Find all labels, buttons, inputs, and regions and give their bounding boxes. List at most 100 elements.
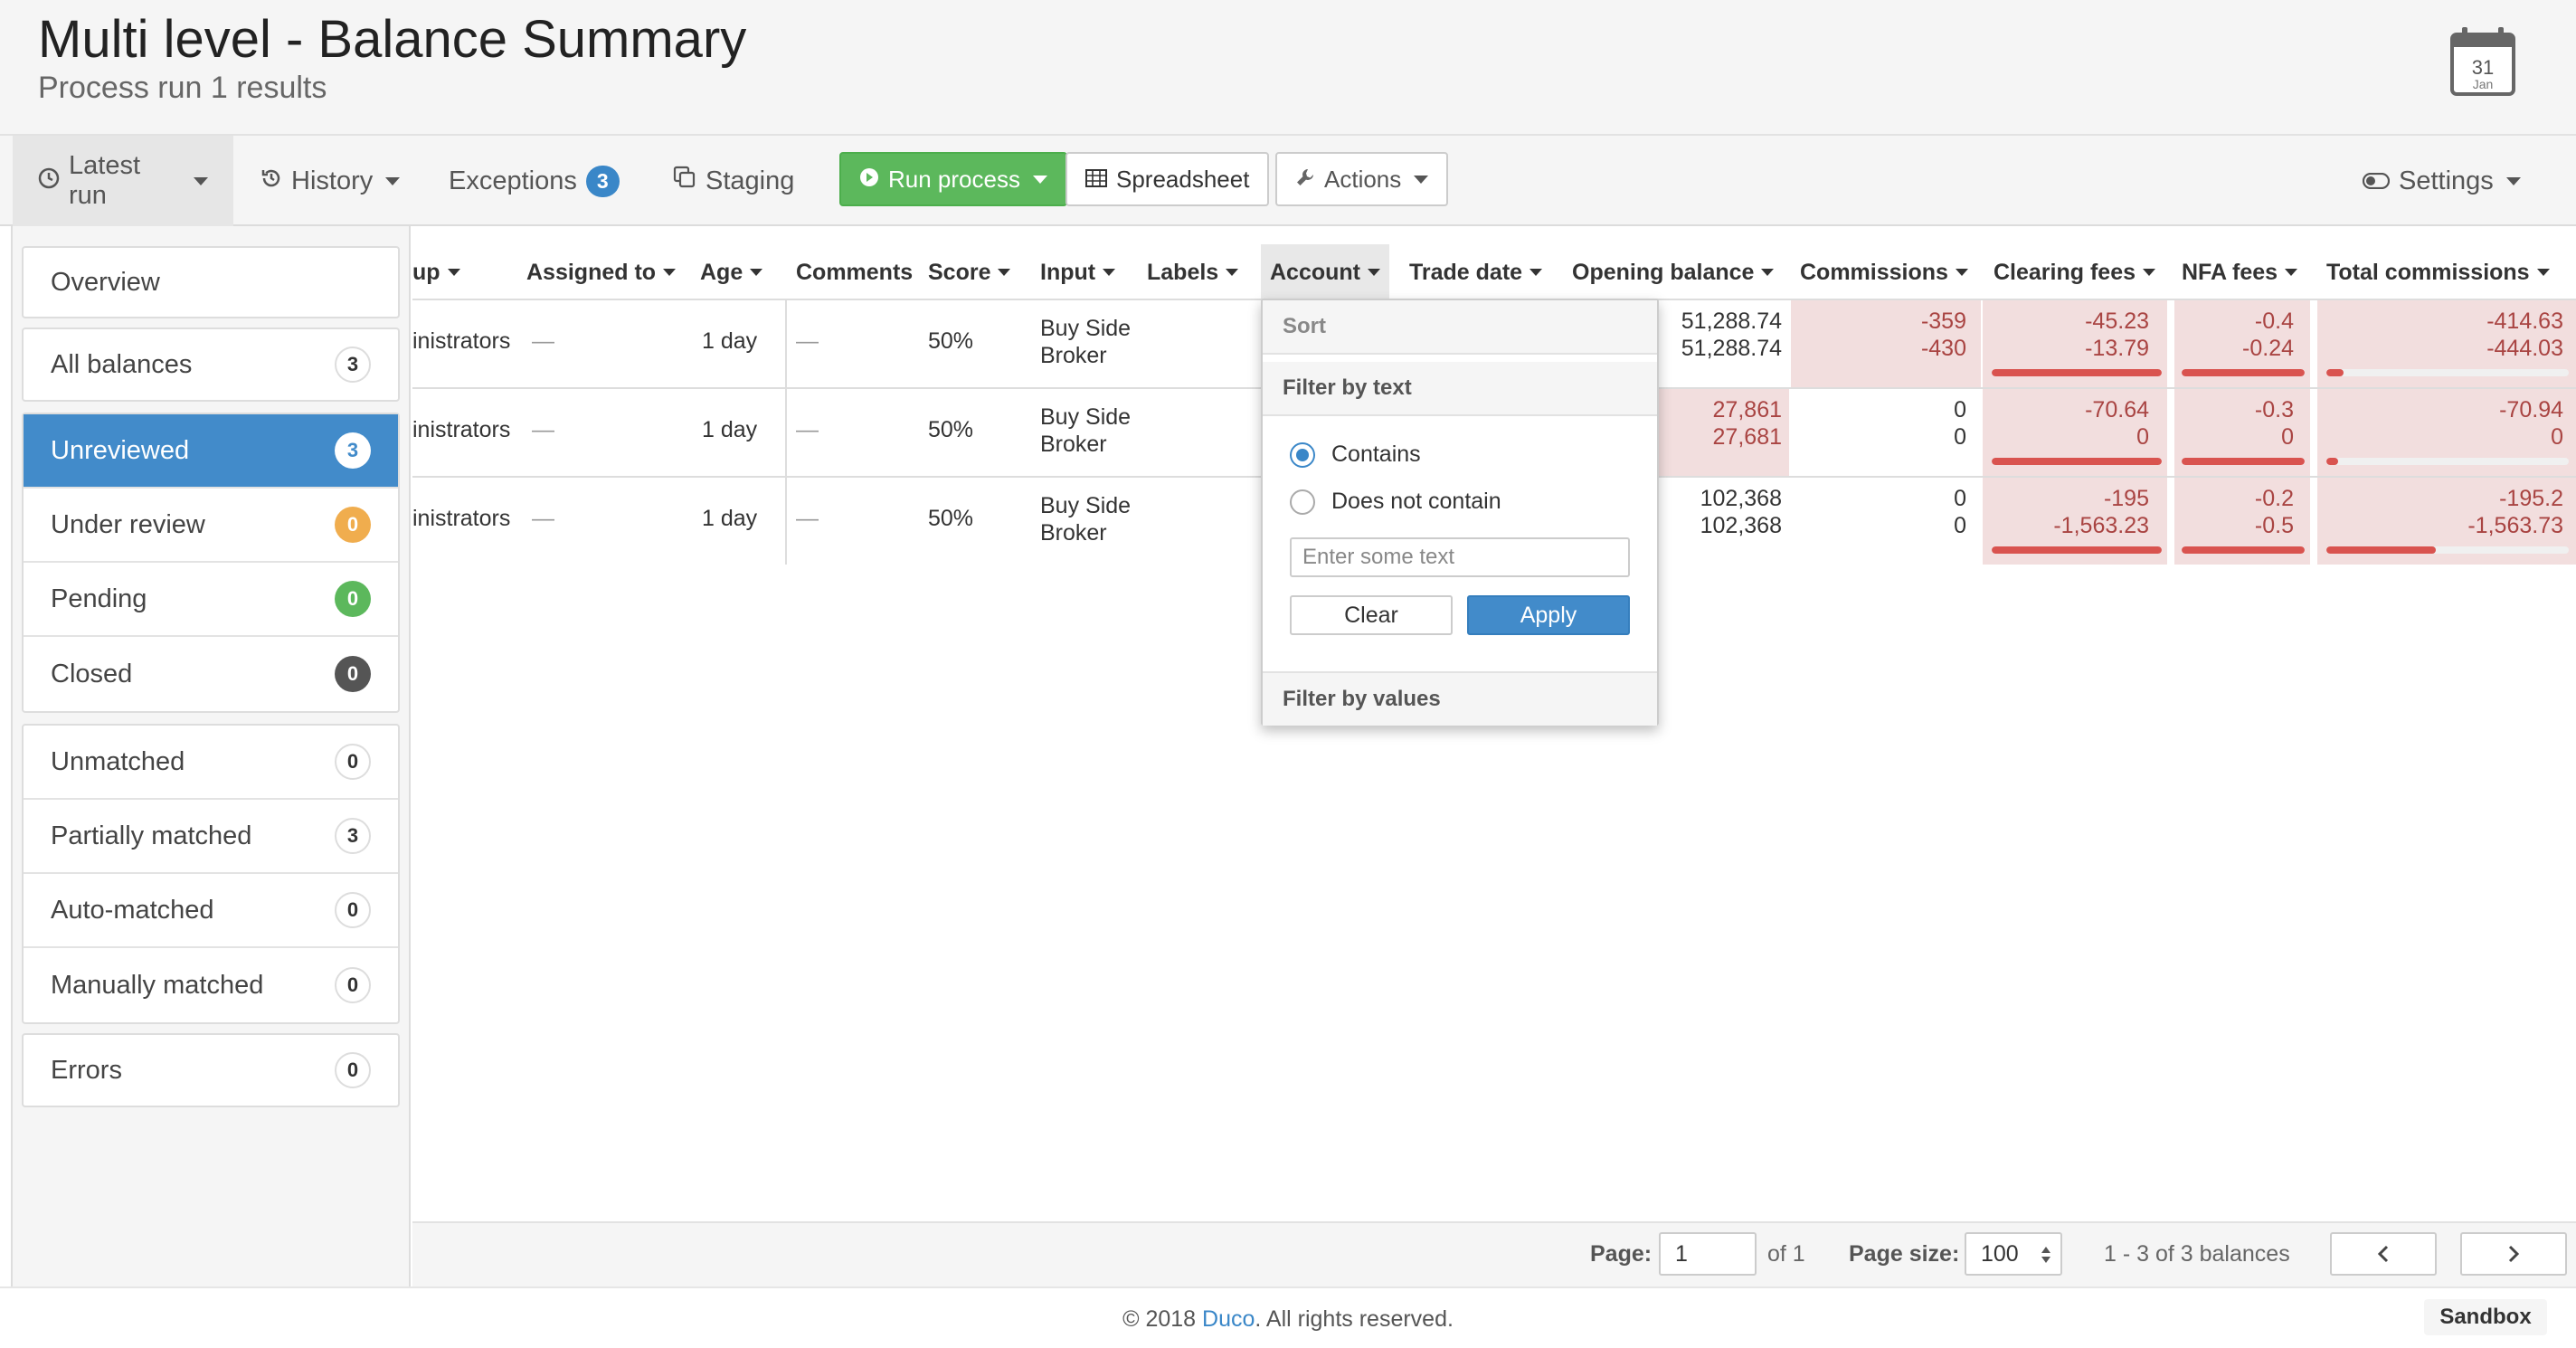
history-tab[interactable]: History (235, 136, 425, 226)
chevron-down-icon (1103, 269, 1116, 276)
chevron-down-icon (1530, 269, 1543, 276)
count-badge: 3 (335, 346, 371, 383)
count-badge: 0 (335, 656, 371, 692)
sort-section[interactable]: Sort (1263, 300, 1657, 355)
chevron-left-icon (2377, 1245, 2389, 1263)
does-not-contain-option[interactable]: Does not contain (1290, 489, 1501, 515)
page-header: Multi level - Balance Summary Process ru… (0, 0, 2576, 136)
column-header-score[interactable]: Score (928, 244, 1011, 300)
column-header-assigned-to[interactable]: Assigned to (526, 244, 677, 300)
chevron-down-icon (2143, 269, 2156, 276)
column-header-nfa-fees[interactable]: NFA fees (2182, 244, 2298, 300)
clearing-fees-cell: -13.79 (2085, 336, 2149, 361)
column-header-labels[interactable]: Labels (1147, 244, 1239, 300)
sidebar: Overview All balances 3 Unreviewed 3 Und… (11, 226, 411, 1286)
sidebar-group-match: Unmatched 0 Partially matched 3 Auto-mat… (22, 724, 400, 1024)
sidebar-item-closed[interactable]: Closed 0 (24, 637, 398, 711)
column-header-opening-balance[interactable]: Opening balance (1572, 244, 1775, 300)
column-header-total-commissions[interactable]: Total commissions (2326, 244, 2550, 300)
sidebar-item-partially-matched[interactable]: Partially matched 3 (24, 800, 398, 874)
assigned-cell: — (532, 417, 554, 442)
sidebar-item-all-balances[interactable]: All balances 3 (24, 329, 398, 400)
clear-button[interactable]: Clear (1290, 595, 1453, 635)
duco-link[interactable]: Duco (1202, 1306, 1255, 1332)
nfa-fees-bar (2182, 369, 2305, 376)
input-cell: Buy Side (1040, 404, 1132, 430)
staging-tab[interactable]: Staging (648, 136, 819, 226)
apply-button[interactable]: Apply (1467, 595, 1630, 635)
chevron-down-icon (1368, 269, 1380, 276)
exceptions-tab[interactable]: Exceptions 3 (423, 136, 645, 226)
sidebar-item-unmatched[interactable]: Unmatched 0 (24, 726, 398, 800)
sidebar-item-overview[interactable]: Overview (24, 248, 398, 317)
comments-cell: — (796, 506, 819, 531)
column-header-input[interactable]: Input (1040, 244, 1116, 300)
input-cell: Broker (1040, 343, 1107, 368)
sidebar-item-errors[interactable]: Errors 0 (24, 1035, 398, 1106)
spreadsheet-button[interactable]: Spreadsheet (1065, 152, 1270, 206)
contains-label: Contains (1331, 441, 1421, 467)
sidebar-item-under-review[interactable]: Under review 0 (24, 489, 398, 563)
latest-run-label: Latest run (69, 151, 140, 210)
range-text: 1 - 3 of 3 balances (2104, 1241, 2290, 1267)
page-number-input[interactable]: 1 (1659, 1232, 1757, 1276)
input-cell: Broker (1040, 520, 1107, 546)
contains-radio[interactable] (1290, 441, 1315, 468)
sidebar-item-manually-matched[interactable]: Manually matched 0 (24, 948, 398, 1022)
comments-cell: — (796, 417, 819, 442)
input-cell: Buy Side (1040, 316, 1132, 341)
actions-label: Actions (1324, 165, 1402, 193)
actions-button[interactable]: Actions (1275, 152, 1449, 206)
count-badge: 0 (335, 967, 371, 1003)
sidebar-group-status: Unreviewed 3 Under review 0 Pending 0 Cl… (22, 413, 400, 713)
filter-text-input[interactable] (1290, 537, 1630, 577)
count-badge: 0 (335, 507, 371, 543)
latest-run-tab[interactable]: Latest run (13, 136, 233, 226)
spreadsheet-label: Spreadsheet (1116, 165, 1250, 193)
page-size-label: Page size: (1849, 1241, 1960, 1267)
commissions-cell: -430 (1920, 336, 1966, 361)
next-page-button[interactable] (2460, 1232, 2567, 1276)
score-cell: 50% (928, 328, 974, 354)
nfa-fees-cell: -0.5 (2254, 513, 2294, 538)
exceptions-count-badge: 3 (585, 165, 620, 197)
nfa-fees-cell: -0.2 (2254, 486, 2294, 511)
column-header-commissions[interactable]: Commissions (1800, 244, 1968, 300)
count-badge: 3 (335, 818, 371, 854)
column-header-age[interactable]: Age (700, 244, 763, 300)
run-process-button[interactable]: Run process (839, 152, 1067, 206)
column-header-trade-date[interactable]: Trade date (1409, 244, 1543, 300)
column-header-comments[interactable]: Comments (796, 244, 913, 300)
contains-option[interactable]: Contains (1290, 441, 1421, 468)
column-header-group[interactable]: up (412, 244, 460, 300)
count-badge: 0 (335, 1052, 371, 1088)
clearing-fees-cell: 0 (2136, 424, 2149, 450)
group-cell: inistrators (412, 328, 511, 354)
sidebar-group-all: All balances 3 (22, 328, 400, 402)
sidebar-item-label: Pending (51, 584, 147, 613)
chevron-down-icon (998, 269, 1011, 276)
does-not-contain-radio[interactable] (1290, 489, 1315, 515)
calendar-icon[interactable]: 31 Jan (2449, 25, 2516, 98)
chevron-down-icon (2285, 269, 2298, 276)
settings-menu[interactable]: Settings (2337, 136, 2546, 226)
sidebar-item-pending[interactable]: Pending 0 (24, 563, 398, 637)
age-cell: 1 day (702, 506, 758, 531)
chevron-right-icon (2508, 1245, 2520, 1263)
prev-page-button[interactable] (2330, 1232, 2437, 1276)
sidebar-item-unreviewed[interactable]: Unreviewed 3 (24, 414, 398, 489)
column-header-account[interactable]: Account (1261, 244, 1389, 300)
sidebar-item-label: Auto-matched (51, 895, 214, 925)
sidebar-item-auto-matched[interactable]: Auto-matched 0 (24, 874, 398, 948)
clearing-fees-cell: -1,563.23 (2053, 513, 2149, 538)
page-size-select[interactable]: 100 (1965, 1232, 2062, 1276)
chevron-down-icon (1226, 269, 1239, 276)
total-commissions-cell: -444.03 (2486, 336, 2563, 361)
total-commissions-cell: -414.63 (2486, 309, 2563, 334)
toggle-icon (2362, 166, 2391, 196)
column-header-clearing-fees[interactable]: Clearing fees (1994, 244, 2156, 300)
chevron-down-icon (750, 269, 763, 276)
sidebar-item-label: Unmatched (51, 746, 185, 776)
filter-by-values-section[interactable]: Filter by values (1263, 671, 1657, 726)
total-commissions-bar (2326, 458, 2569, 465)
